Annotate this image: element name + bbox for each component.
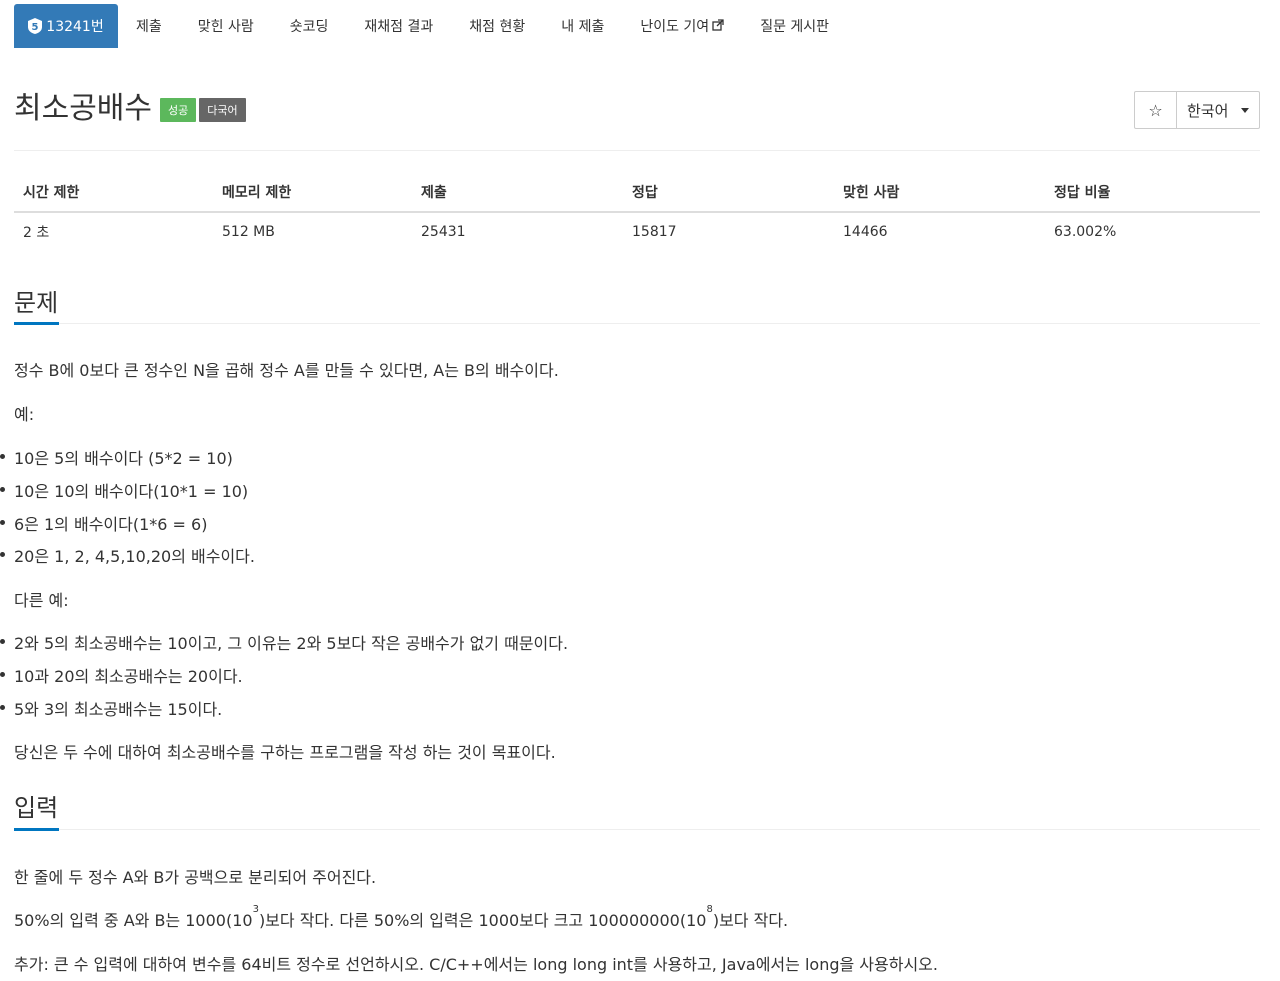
list-item: 5와 3의 최소공배수는 15이다. xyxy=(0,696,223,720)
language-select[interactable]: 한국어 xyxy=(1177,92,1259,128)
nav-difficulty-contribution[interactable]: 난이도 기여 xyxy=(622,4,742,48)
value-memory-limit: 512 MB xyxy=(222,224,275,240)
nav-qna-board[interactable]: 질문 게시판 xyxy=(742,4,847,48)
bullet xyxy=(0,672,5,677)
value-time-limit: 2 초 xyxy=(23,225,50,241)
problem-title: 최소공배수 xyxy=(14,91,152,126)
example-label: 예: xyxy=(14,405,35,424)
nav-accepted-users[interactable]: 맞힌 사람 xyxy=(180,4,272,48)
problem-stats-table: 시간 제한 메모리 제한 제출 정답 맞힌 사람 정답 비율 2 초 512 M… xyxy=(14,173,1260,251)
bullet xyxy=(0,454,5,459)
problem-number-label: 13241번 xyxy=(46,19,104,35)
value-ratio: 63.002% xyxy=(1054,224,1117,240)
list-item: 20은 1, 2, 4,5,10,20의 배수이다. xyxy=(0,543,255,567)
nav-status[interactable]: 채점 현황 xyxy=(451,4,543,48)
example-text: 6은 1의 배수이다(1*6 = 6) xyxy=(14,515,208,534)
problem-title-row: 최소공배수 성공 다국어 xyxy=(14,88,246,130)
solved-badge: 성공 xyxy=(160,98,197,122)
language-label: 한국어 xyxy=(1187,101,1229,120)
bullet xyxy=(0,487,5,492)
other-example-text: 5와 3의 최소공배수는 15이다. xyxy=(14,700,223,719)
input-section-divider xyxy=(14,829,1260,830)
problem-nav: 5 13241번 제출 맞힌 사람 숏코딩 재채점 결과 채점 현황 내 제출 … xyxy=(14,4,847,48)
list-item: 2와 5의 최소공배수는 10이고, 그 이유는 2와 5보다 작은 공배수가 … xyxy=(0,630,569,654)
example-text: 20은 1, 2, 4,5,10,20의 배수이다. xyxy=(14,547,255,566)
value-submissions: 25431 xyxy=(421,224,466,240)
bullet xyxy=(0,639,5,644)
problem-section-underline xyxy=(14,322,59,325)
star-icon: ☆ xyxy=(1148,100,1163,120)
input-section-heading: 입력 xyxy=(14,794,59,822)
example-text: 10은 5의 배수이다 (5*2 = 10) xyxy=(14,449,233,468)
list-item: 6은 1의 배수이다(1*6 = 6) xyxy=(0,511,208,535)
nav-submit[interactable]: 제출 xyxy=(118,4,180,48)
nav-my-submissions[interactable]: 내 제출 xyxy=(543,4,622,48)
stats-header-row: 시간 제한 메모리 제한 제출 정답 맞힌 사람 정답 비율 xyxy=(14,173,1260,213)
stats-value-row: 2 초 512 MB 25431 15817 14466 63.002% xyxy=(14,212,1260,251)
bullet xyxy=(0,705,5,710)
value-correct: 15817 xyxy=(632,224,677,240)
bullet xyxy=(0,552,5,557)
problem-goal: 당신은 두 수에 대하여 최소공배수를 구하는 프로그램을 작성 하는 것이 목… xyxy=(14,743,556,762)
other-example-text: 2와 5의 최소공배수는 10이고, 그 이유는 2와 5보다 작은 공배수가 … xyxy=(14,634,569,653)
other-example-text: 10과 20의 최소공배수는 20이다. xyxy=(14,667,243,686)
header-memory-limit: 메모리 제한 xyxy=(213,173,412,213)
star-button[interactable]: ☆ xyxy=(1135,92,1177,128)
input-line-1: 한 줄에 두 정수 A와 B가 공백으로 분리되어 주어진다. xyxy=(14,868,377,887)
nav-rejudge-results[interactable]: 재채점 결과 xyxy=(346,4,451,48)
header-ratio: 정답 비율 xyxy=(1045,173,1260,213)
external-link-icon xyxy=(712,18,724,34)
caret-down-icon xyxy=(1241,107,1249,113)
example-text: 10은 10의 배수이다(10*1 = 10) xyxy=(14,482,249,501)
list-item: 10과 20의 최소공배수는 20이다. xyxy=(0,663,243,687)
header-submissions: 제출 xyxy=(412,173,623,213)
input-line-2-part-b: )보다 작다. 다른 50%의 입력은 1000보다 크고 100000000(… xyxy=(258,911,707,930)
title-divider xyxy=(14,150,1260,151)
input-line-2-part-c: )보다 작다. xyxy=(712,911,789,930)
problem-section-heading: 문제 xyxy=(14,289,59,317)
input-line-2-part-a: 50%의 입력 중 A와 B는 1000(10 xyxy=(14,911,253,930)
input-section-underline xyxy=(14,828,59,831)
header-accepted-users: 맞힌 사람 xyxy=(834,173,1045,213)
nav-problem-number[interactable]: 5 13241번 xyxy=(14,4,118,48)
nav-short-coding[interactable]: 숏코딩 xyxy=(272,4,347,48)
other-example-label: 다른 예: xyxy=(14,591,69,610)
header-correct: 정답 xyxy=(623,173,834,213)
tier-number: 5 xyxy=(32,22,39,33)
value-accepted-users: 14466 xyxy=(843,224,888,240)
problem-section-divider xyxy=(14,323,1260,324)
shield-tier-icon: 5 xyxy=(28,18,43,34)
header-time-limit: 시간 제한 xyxy=(14,173,213,213)
problem-controls: ☆ 한국어 xyxy=(1134,91,1260,129)
superscript-exponent: 8 xyxy=(706,904,713,915)
superscript-exponent: 3 xyxy=(252,904,259,915)
bullet xyxy=(0,520,5,525)
multilang-badge: 다국어 xyxy=(199,98,246,122)
input-line-2: 50%의 입력 중 A와 B는 1000(103)보다 작다. 다른 50%의 … xyxy=(14,904,789,931)
list-item: 10은 5의 배수이다 (5*2 = 10) xyxy=(0,445,233,469)
list-item: 10은 10의 배수이다(10*1 = 10) xyxy=(0,478,249,502)
nav-difficulty-label: 난이도 기여 xyxy=(640,19,710,35)
problem-intro: 정수 B에 0보다 큰 정수인 N을 곱해 정수 A를 만들 수 있다면, A는… xyxy=(14,361,559,380)
input-line-3: 추가: 큰 수 입력에 대하여 변수를 64비트 정수로 선언하시오. C/C+… xyxy=(14,955,938,974)
